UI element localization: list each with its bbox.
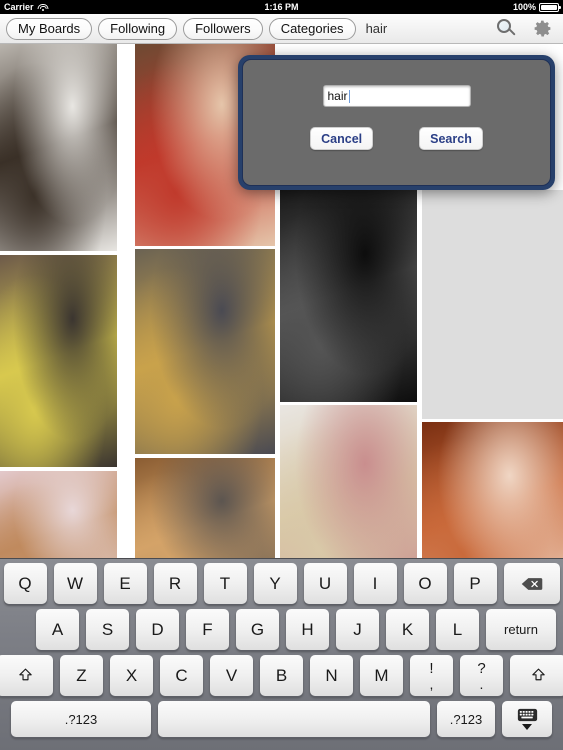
- search-confirm-button[interactable]: Search: [419, 127, 483, 150]
- photo-thumbnail: [422, 422, 563, 558]
- status-bar-right: 100%: [512, 2, 561, 12]
- key-k[interactable]: K: [386, 609, 429, 650]
- key-j[interactable]: J: [336, 609, 379, 650]
- keyboard-spacer: [7, 609, 29, 650]
- key-n[interactable]: N: [310, 655, 353, 696]
- shift-key-left[interactable]: [0, 655, 53, 696]
- battery-icon: [539, 2, 561, 12]
- punctuation-key-exclaim-comma[interactable]: !,: [410, 655, 453, 696]
- keyboard-row-3: Z X C V B N M!,?.: [0, 655, 563, 696]
- status-bar-clock: 1:16 PM: [264, 2, 299, 12]
- key-l[interactable]: L: [436, 609, 479, 650]
- photo-tile[interactable]: [0, 255, 117, 467]
- photo-thumbnail: [280, 405, 417, 558]
- shift-key-right[interactable]: [510, 655, 563, 696]
- key-f[interactable]: F: [186, 609, 229, 650]
- magnifier-icon: [496, 19, 516, 38]
- top-toolbar: My Boards Following Followers Categories…: [0, 14, 563, 44]
- gear-icon: [534, 20, 551, 37]
- settings-button[interactable]: [527, 16, 557, 42]
- photo-thumbnail: [135, 249, 275, 454]
- key-b[interactable]: B: [260, 655, 303, 696]
- key-question-label: ?: [477, 659, 486, 677]
- photo-thumbnail: [135, 458, 275, 558]
- app-root: Carrier 1:16 PM 100% My Boards Following…: [0, 0, 563, 750]
- search-dialog-body: hair Cancel Search: [242, 59, 551, 186]
- key-a[interactable]: A: [36, 609, 79, 650]
- numeric-key-right[interactable]: .?123: [437, 701, 495, 737]
- photo-thumbnail: [0, 471, 117, 558]
- hide-keyboard-key[interactable]: [502, 701, 552, 737]
- backspace-icon: [521, 577, 542, 590]
- photo-tile[interactable]: [135, 249, 275, 454]
- key-x[interactable]: X: [110, 655, 153, 696]
- key-p[interactable]: P: [453, 563, 497, 604]
- photo-tile[interactable]: [422, 422, 563, 558]
- shift-icon: [531, 668, 545, 681]
- backspace-key[interactable]: [503, 563, 560, 604]
- key-w[interactable]: W: [53, 563, 97, 604]
- search-dialog-actions: Cancel Search: [310, 127, 483, 150]
- key-d[interactable]: D: [136, 609, 179, 650]
- key-c[interactable]: C: [160, 655, 203, 696]
- search-input-value: hair: [327, 89, 348, 103]
- search-query-label: hair: [365, 21, 388, 36]
- key-comma-label: ,: [429, 675, 434, 692]
- punctuation-key-question-period[interactable]: ?.: [460, 655, 503, 696]
- photo-tile[interactable]: [135, 458, 275, 558]
- keyboard-row-2: A S D F G H J K Lreturn: [3, 609, 560, 650]
- photo-thumbnail: [280, 190, 417, 402]
- key-u[interactable]: U: [303, 563, 347, 604]
- key-v[interactable]: V: [210, 655, 253, 696]
- photo-thumbnail: [0, 44, 117, 251]
- text-caret: [348, 89, 351, 103]
- key-y[interactable]: Y: [253, 563, 297, 604]
- search-input[interactable]: hair: [322, 85, 471, 107]
- key-e[interactable]: E: [103, 563, 147, 604]
- shift-icon: [18, 668, 32, 681]
- cancel-button[interactable]: Cancel: [310, 127, 374, 150]
- key-period-label: .: [479, 675, 484, 692]
- key-t[interactable]: T: [203, 563, 247, 604]
- photo-tile[interactable]: [280, 190, 417, 402]
- space-key[interactable]: [158, 701, 430, 737]
- key-g[interactable]: G: [236, 609, 279, 650]
- keyboard-row-4: .?123 .?123: [3, 701, 560, 737]
- status-bar: Carrier 1:16 PM 100%: [0, 0, 563, 14]
- following-button[interactable]: Following: [98, 17, 178, 40]
- photo-thumbnail: [0, 255, 117, 467]
- photo-tile[interactable]: [0, 44, 117, 251]
- search-dialog: hair Cancel Search: [238, 55, 555, 190]
- categories-button[interactable]: Categories: [268, 17, 356, 40]
- key-i[interactable]: I: [353, 563, 397, 604]
- search-button[interactable]: [491, 16, 521, 42]
- key-r[interactable]: R: [153, 563, 197, 604]
- photo-thumbnail: [422, 190, 563, 419]
- photo-tile[interactable]: [422, 190, 563, 419]
- key-m[interactable]: M: [360, 655, 403, 696]
- key-h[interactable]: H: [286, 609, 329, 650]
- hide-keyboard-icon: [517, 708, 538, 730]
- my-boards-button[interactable]: My Boards: [6, 17, 93, 40]
- key-o[interactable]: O: [403, 563, 447, 604]
- key-q[interactable]: Q: [3, 563, 47, 604]
- key-s[interactable]: S: [86, 609, 129, 650]
- keyboard-row-1: QWERTYUIOP: [3, 563, 560, 604]
- onscreen-keyboard[interactable]: QWERTYUIOP A S D F G H J K Lreturn Z X C V B N M!,?. .…: [0, 558, 563, 750]
- numeric-key-left[interactable]: .?123: [11, 701, 151, 737]
- followers-button[interactable]: Followers: [183, 17, 263, 40]
- photo-tile[interactable]: [280, 405, 417, 558]
- key-z[interactable]: Z: [60, 655, 103, 696]
- photo-tile[interactable]: [0, 471, 117, 558]
- return-key[interactable]: return: [486, 609, 556, 650]
- key-exclaim-label: !: [429, 659, 434, 677]
- battery-percent-label: 100%: [512, 2, 536, 12]
